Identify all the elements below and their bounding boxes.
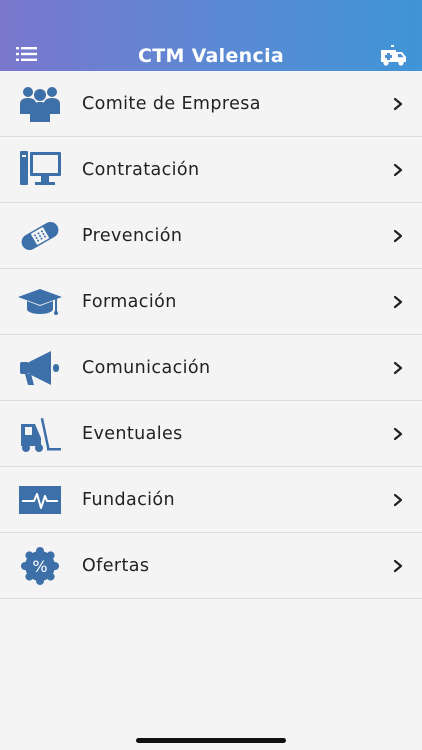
- menu-item-label: Formación: [82, 292, 177, 312]
- forklift-icon: [21, 418, 61, 452]
- ambulance-icon[interactable]: [379, 44, 409, 66]
- chevron-right-icon: [393, 427, 403, 441]
- menu-item-label: Ofertas: [82, 556, 150, 576]
- menu-item-label: Eventuales: [82, 424, 183, 444]
- chevron-right-icon: [393, 559, 403, 573]
- menu-item-label: Comite de Empresa: [82, 94, 261, 114]
- graduation-cap-icon: [18, 289, 62, 315]
- menu-item-comunicacion[interactable]: Comunicación: [0, 335, 422, 401]
- megaphone-icon: [20, 351, 59, 385]
- svg-text:%: %: [32, 557, 47, 576]
- menu-item-prevencion[interactable]: Prevención: [0, 203, 422, 269]
- chevron-right-icon: [393, 361, 403, 375]
- chevron-right-icon: [393, 229, 403, 243]
- menu-item-formacion[interactable]: Formación: [0, 269, 422, 335]
- chevron-right-icon: [393, 163, 403, 177]
- chevron-right-icon: [393, 295, 403, 309]
- menu-item-eventuales[interactable]: Eventuales: [0, 401, 422, 467]
- people-group-icon: [20, 87, 60, 122]
- home-indicator[interactable]: [136, 738, 286, 743]
- chevron-right-icon: [393, 493, 403, 507]
- menu-item-fundacion[interactable]: Fundación: [0, 467, 422, 533]
- discount-badge-icon: %: [21, 547, 59, 585]
- menu-item-label: Fundación: [82, 490, 176, 510]
- menu-item-label: Contratación: [82, 160, 200, 180]
- page-title: CTM Valencia: [137, 45, 285, 67]
- menu-item-label: Comunicación: [82, 358, 211, 378]
- menu-item-contratacion[interactable]: Contratación: [0, 137, 422, 203]
- menu-list: Comite de Empresa Contratación Prevenció…: [0, 71, 422, 599]
- bandage-icon: [21, 222, 59, 250]
- heartbeat-icon: [19, 486, 61, 514]
- monitor-icon: [20, 151, 61, 185]
- menu-item-comite[interactable]: Comite de Empresa: [0, 71, 422, 137]
- chevron-right-icon: [393, 97, 403, 111]
- app-header: CTM Valencia: [0, 0, 422, 71]
- menu-item-label: Prevención: [82, 226, 183, 246]
- menu-item-ofertas[interactable]: % Ofertas: [0, 533, 422, 599]
